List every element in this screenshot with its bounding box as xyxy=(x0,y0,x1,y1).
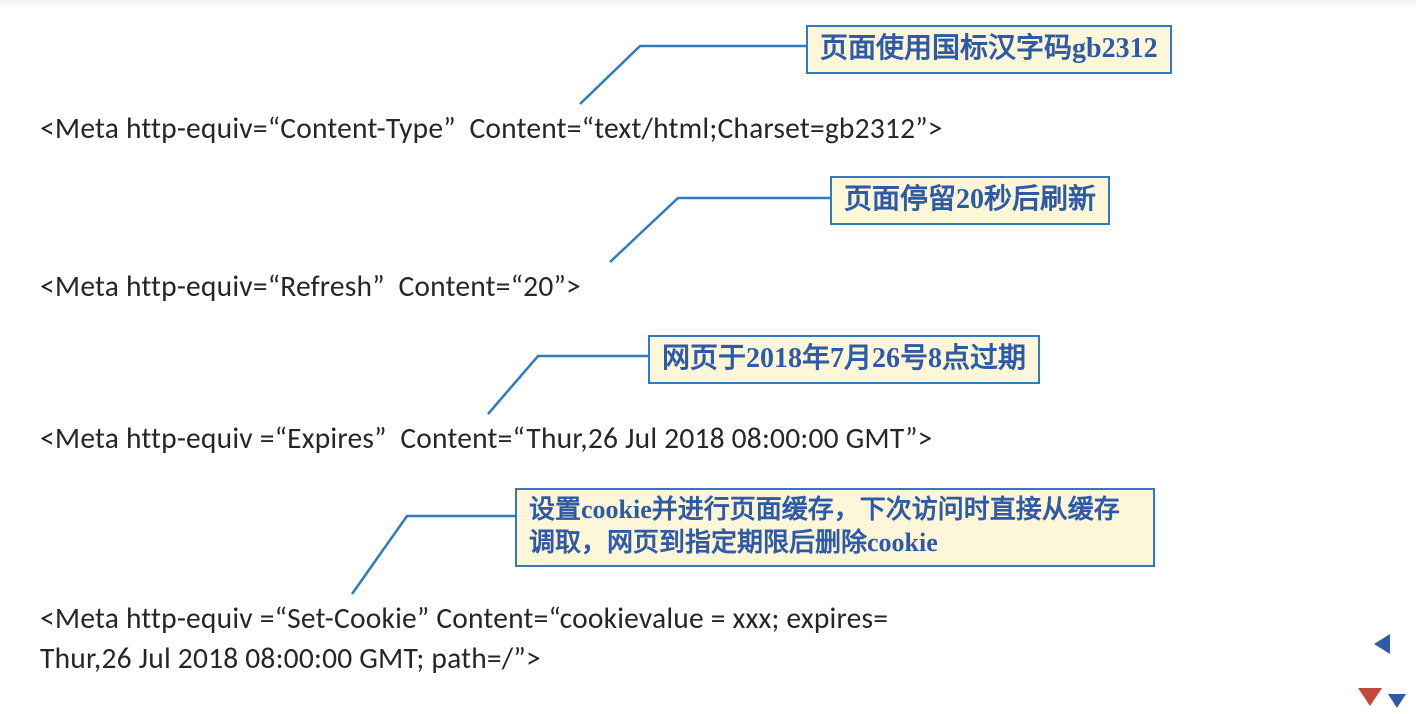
callout-text: 页面停留20秒后刷新 xyxy=(844,184,1096,215)
triangle-red-down-icon xyxy=(1358,688,1382,706)
code-line-expires: <Meta http-equiv =“Expires” Content=“Thu… xyxy=(40,420,933,456)
callout-text: 页面使用国标汉字码gb2312 xyxy=(820,33,1158,64)
callout-text: 设置cookie并进行页面缓存，下次访问时直接从缓存调取，网页到指定期限后删除c… xyxy=(529,495,1120,557)
triangle-blue-left-icon xyxy=(1374,634,1390,654)
code-line-content-type: <Meta http-equiv=“Content-Type” Content=… xyxy=(40,110,943,146)
code-line-set-cookie-2: Thur,26 Jul 2018 08:00:00 GMT; path=/”> xyxy=(40,640,541,676)
code-line-set-cookie-1: <Meta http-equiv =“Set-Cookie” Content=“… xyxy=(40,600,888,636)
callout-text: 网页于2018年7月26号8点过期 xyxy=(662,343,1026,374)
callout-set-cookie: 设置cookie并进行页面缓存，下次访问时直接从缓存调取，网页到指定期限后删除c… xyxy=(515,488,1155,567)
callout-gb2312: 页面使用国标汉字码gb2312 xyxy=(806,25,1172,74)
callout-expires: 网页于2018年7月26号8点过期 xyxy=(648,335,1040,384)
triangle-blue-down-icon xyxy=(1388,694,1406,708)
code-line-refresh: <Meta http-equiv=“Refresh” Content=“20”> xyxy=(40,268,581,304)
top-gradient xyxy=(0,0,1416,8)
callout-refresh: 页面停留20秒后刷新 xyxy=(830,176,1110,225)
